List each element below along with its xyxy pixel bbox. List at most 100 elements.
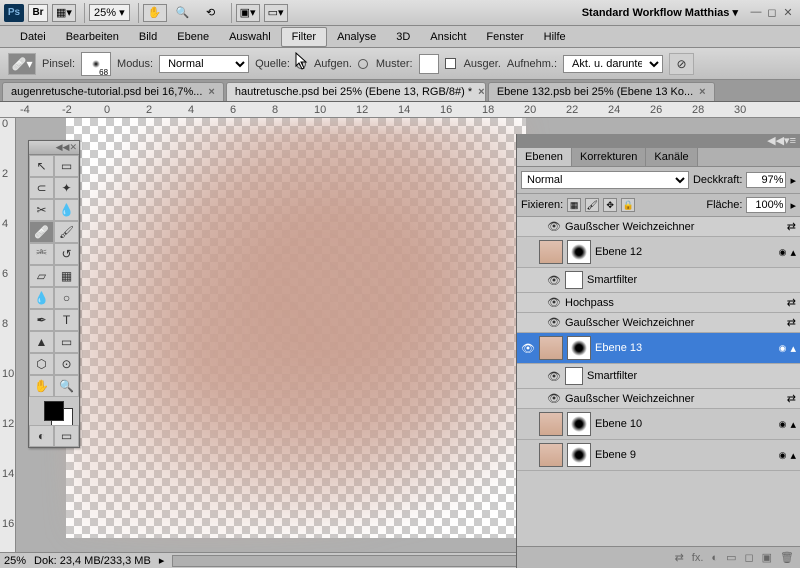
filter-row[interactable]: 👁 Gaußscher Weichzeichner ⇄ bbox=[517, 389, 800, 409]
3d-camera-tool[interactable]: ⊙ bbox=[54, 353, 79, 375]
menu-fenster[interactable]: Fenster bbox=[476, 28, 533, 46]
close-tab-icon[interactable]: × bbox=[478, 86, 484, 98]
opacity-input[interactable]: 97% bbox=[746, 172, 786, 188]
blend-mode-select[interactable]: Normal bbox=[159, 55, 249, 73]
layer-name[interactable]: Gaußscher Weichzeichner bbox=[565, 317, 783, 329]
crop-tool[interactable]: ✂ bbox=[29, 199, 54, 221]
visibility-toggle[interactable]: 👁 bbox=[547, 316, 561, 329]
visibility-toggle[interactable]: 👁 bbox=[521, 342, 535, 355]
filter-thumbnail[interactable] bbox=[565, 271, 583, 289]
layer-row[interactable]: Ebene 12◉▴ bbox=[517, 237, 800, 268]
filter-options-icon[interactable]: ⇄ bbox=[787, 392, 796, 405]
mask-thumbnail[interactable] bbox=[567, 412, 591, 436]
document-canvas[interactable] bbox=[66, 118, 526, 538]
color-swatches[interactable] bbox=[29, 397, 79, 425]
filter-row[interactable]: 👁 Smartfilter bbox=[517, 364, 800, 389]
zoom-select[interactable]: 25% ▾ bbox=[89, 4, 130, 21]
expand-icon[interactable]: ▴ bbox=[790, 418, 796, 431]
fill-input[interactable]: 100% bbox=[746, 197, 786, 213]
quick-mask-icon[interactable]: ◐ bbox=[29, 425, 54, 447]
layer-action-icon[interactable]: ▣ bbox=[762, 551, 772, 564]
layer-name[interactable]: Gaußscher Weichzeichner bbox=[565, 221, 783, 233]
lock-transparency-icon[interactable]: ▦ bbox=[567, 198, 581, 212]
layer-name[interactable]: Smartfilter bbox=[587, 370, 796, 382]
expand-icon[interactable]: ▴ bbox=[790, 342, 796, 355]
layer-name[interactable]: Ebene 9 bbox=[595, 449, 775, 461]
ignore-adjustment-icon[interactable]: ⊘ bbox=[669, 53, 694, 75]
lock-all-icon[interactable]: 🔒 bbox=[621, 198, 635, 212]
arrange-docs-icon[interactable]: ▣▾ bbox=[236, 4, 260, 22]
layer-action-icon[interactable]: ◐ bbox=[711, 552, 718, 564]
mask-thumbnail[interactable] bbox=[567, 336, 591, 360]
filter-options-icon[interactable]: ⇄ bbox=[787, 296, 796, 309]
zoom-tool-icon[interactable]: 🔍 bbox=[171, 4, 195, 22]
layer-thumbnail[interactable] bbox=[539, 240, 563, 264]
panel-tab-ebenen[interactable]: Ebenen bbox=[517, 148, 572, 166]
document-tab[interactable]: Ebene 132.psb bei 25% (Ebene 13 Ko...× bbox=[488, 82, 715, 101]
layer-thumbnail[interactable] bbox=[539, 336, 563, 360]
filter-options-icon[interactable]: ⇄ bbox=[787, 316, 796, 329]
hand-tool-icon[interactable]: ✋ bbox=[143, 4, 167, 22]
blur-tool[interactable]: 💧 bbox=[29, 287, 54, 309]
visibility-toggle[interactable]: 👁 bbox=[547, 392, 561, 405]
expand-icon[interactable]: ▴ bbox=[790, 449, 796, 462]
close-tab-icon[interactable]: × bbox=[208, 86, 214, 98]
filter-row[interactable]: 👁Smartfilter bbox=[517, 268, 800, 293]
visibility-toggle[interactable]: 👁 bbox=[547, 296, 561, 309]
collapse-icon[interactable]: ◀◀ bbox=[767, 134, 784, 148]
menu-datei[interactable]: Datei bbox=[10, 28, 56, 46]
layer-name[interactable]: Ebene 13 bbox=[595, 342, 775, 354]
filter-row[interactable]: 👁Gaußscher Weichzeichner⇄ bbox=[517, 217, 800, 237]
visibility-toggle[interactable]: 👁 bbox=[547, 274, 561, 287]
rotate-view-icon[interactable]: ⟲ bbox=[199, 4, 223, 22]
type-tool[interactable]: T bbox=[54, 309, 79, 331]
dodge-tool[interactable]: ○ bbox=[54, 287, 79, 309]
filter-row[interactable]: 👁 Gaußscher Weichzeichner ⇄ bbox=[517, 313, 800, 333]
wand-tool[interactable]: ✦ bbox=[54, 177, 79, 199]
menu-hilfe[interactable]: Hilfe bbox=[534, 28, 576, 46]
layer-row[interactable]: 👁Ebene 13◉▴ bbox=[517, 333, 800, 364]
visibility-toggle[interactable]: 👁 bbox=[547, 220, 561, 233]
gradient-tool[interactable]: ▦ bbox=[54, 265, 79, 287]
menu-filter[interactable]: Filter bbox=[281, 27, 327, 47]
menu-auswahl[interactable]: Auswahl bbox=[219, 28, 281, 46]
document-tab[interactable]: augenretusche-tutorial.psd bei 16,7%...× bbox=[2, 82, 224, 101]
filter-row[interactable]: 👁Hochpass⇄ bbox=[517, 293, 800, 313]
screen-mode-icon[interactable]: ▭ bbox=[54, 425, 79, 447]
layer-thumbnail[interactable] bbox=[539, 412, 563, 436]
menu-bild[interactable]: Bild bbox=[129, 28, 167, 46]
panel-tab-korrekturen[interactable]: Korrekturen bbox=[572, 148, 646, 166]
visibility-toggle[interactable]: 👁 bbox=[547, 370, 561, 383]
lock-position-icon[interactable]: ✥ bbox=[603, 198, 617, 212]
bridge-icon[interactable]: Br bbox=[28, 4, 48, 22]
source-sampled-radio[interactable] bbox=[296, 59, 306, 69]
launch-btn[interactable]: ▦▾ bbox=[52, 4, 76, 22]
blend-mode-select[interactable]: Normal bbox=[521, 171, 689, 189]
panel-tab-kanäle[interactable]: Kanäle bbox=[646, 148, 697, 166]
layer-row[interactable]: Ebene 10◉▴ bbox=[517, 409, 800, 440]
layer-name[interactable]: Ebene 12 bbox=[595, 246, 775, 258]
aligned-checkbox[interactable] bbox=[445, 58, 456, 69]
brush-preset-picker[interactable]: 68 bbox=[81, 52, 111, 76]
path-select-tool[interactable]: ▲ bbox=[29, 331, 54, 353]
lock-pixels-icon[interactable]: 🖌 bbox=[585, 198, 599, 212]
menu-bearbeiten[interactable]: Bearbeiten bbox=[56, 28, 129, 46]
move-tool[interactable]: ↖ bbox=[29, 155, 54, 177]
marquee-tool[interactable]: ▭ bbox=[54, 155, 79, 177]
layer-action-icon[interactable]: ◻ bbox=[744, 551, 753, 564]
eyedropper-tool[interactable]: 💧 bbox=[54, 199, 79, 221]
close-icon[interactable]: ✕ bbox=[69, 142, 77, 153]
layer-action-icon[interactable]: fx. bbox=[692, 552, 704, 564]
layer-thumbnail[interactable] bbox=[539, 443, 563, 467]
document-tab[interactable]: hautretusche.psd bei 25% (Ebene 13, RGB/… bbox=[226, 82, 486, 101]
close-tab-icon[interactable]: × bbox=[699, 86, 705, 98]
layer-name[interactable]: Gaußscher Weichzeichner bbox=[565, 393, 783, 405]
history-brush-tool[interactable]: ↺ bbox=[54, 243, 79, 265]
mask-thumbnail[interactable] bbox=[567, 240, 591, 264]
workspace-switcher[interactable]: Standard Workflow Matthias ▾ bbox=[582, 6, 738, 19]
mask-thumbnail[interactable] bbox=[567, 443, 591, 467]
eraser-tool[interactable]: ▱ bbox=[29, 265, 54, 287]
maximize-icon[interactable]: ◻ bbox=[764, 6, 780, 19]
zoom-tool[interactable]: 🔍 bbox=[54, 375, 79, 397]
filter-thumbnail[interactable] bbox=[565, 367, 583, 385]
